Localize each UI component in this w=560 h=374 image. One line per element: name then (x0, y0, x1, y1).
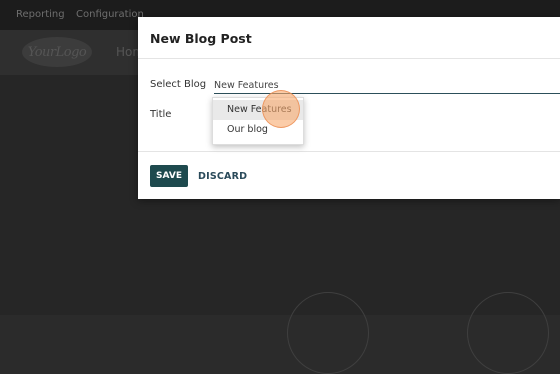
save-button[interactable]: SAVE (150, 165, 188, 187)
select-blog-input[interactable]: New Features (214, 79, 560, 94)
new-blog-post-dialog: New Blog Post Select Blog New Features T… (138, 17, 560, 199)
dialog-title: New Blog Post (150, 31, 252, 46)
decorative-circle (467, 292, 549, 374)
click-highlight-indicator (262, 90, 300, 128)
title-label: Title (150, 109, 172, 120)
discard-button[interactable]: DISCARD (198, 171, 247, 182)
logo: YourLogo (22, 37, 92, 67)
option-label: Our blog (227, 124, 268, 135)
select-blog-value: New Features (214, 80, 279, 91)
select-blog-label: Select Blog (150, 79, 207, 90)
menu-configuration[interactable]: Configuration (76, 9, 144, 20)
dialog-header: New Blog Post (138, 17, 560, 59)
menu-reporting[interactable]: Reporting (16, 9, 65, 20)
dialog-footer: SAVE DISCARD (138, 151, 560, 200)
decorative-circle (287, 292, 369, 374)
